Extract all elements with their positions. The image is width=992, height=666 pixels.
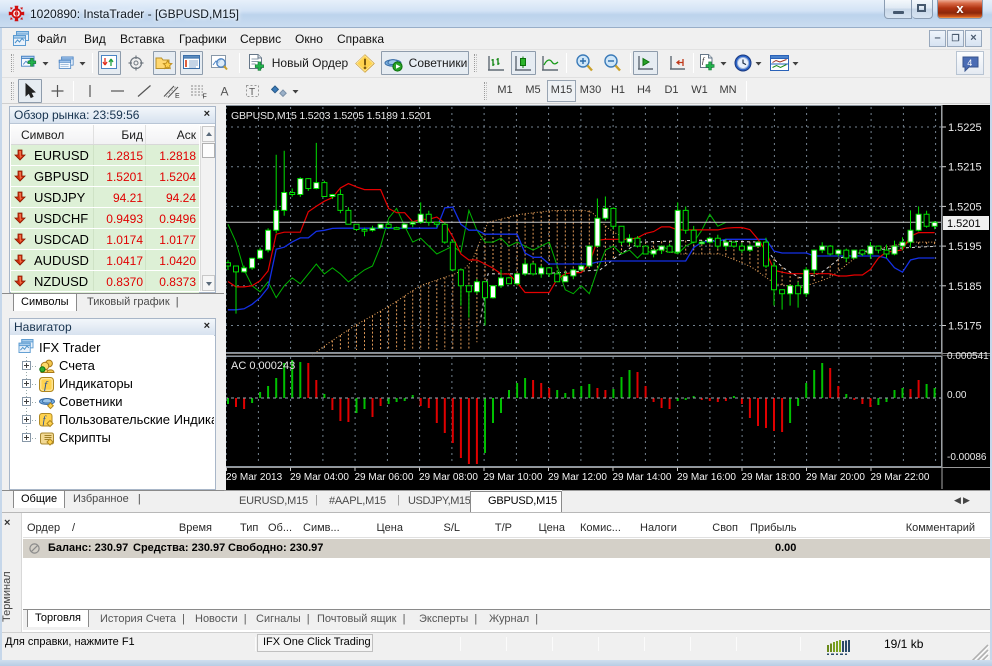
svg-text:29 Mar 14:00: 29 Mar 14:00: [613, 472, 672, 483]
svg-text:1.5201: 1.5201: [947, 218, 981, 230]
svg-text:29 Mar 04:00: 29 Mar 04:00: [290, 472, 349, 483]
svg-text:0.00: 0.00: [947, 390, 967, 401]
svg-text:1.5185: 1.5185: [948, 281, 982, 293]
svg-text:1.5215: 1.5215: [948, 162, 982, 174]
svg-text:0.000541: 0.000541: [947, 351, 989, 362]
svg-text:AC 0.000243: AC 0.000243: [231, 360, 295, 372]
svg-text:1.5225: 1.5225: [948, 122, 982, 134]
svg-text:29 Mar 10:00: 29 Mar 10:00: [484, 472, 543, 483]
svg-text:4: 4: [967, 58, 972, 68]
svg-text:E: E: [175, 93, 180, 99]
svg-text:T: T: [249, 87, 255, 98]
svg-text:F: F: [202, 94, 206, 100]
svg-text:29 Mar 18:00: 29 Mar 18:00: [742, 472, 801, 483]
svg-text:29 Mar 22:00: 29 Mar 22:00: [871, 472, 930, 483]
svg-text:29 Mar 12:00: 29 Mar 12:00: [548, 472, 607, 483]
svg-text:1.5205: 1.5205: [948, 201, 982, 213]
svg-text:1.5195: 1.5195: [948, 241, 982, 253]
svg-text:29 Mar 2013: 29 Mar 2013: [226, 472, 283, 483]
svg-text:A: A: [220, 85, 228, 99]
svg-text:29 Mar 20:00: 29 Mar 20:00: [806, 472, 865, 483]
svg-text:29 Mar 06:00: 29 Mar 06:00: [355, 472, 414, 483]
svg-text:29 Mar 16:00: 29 Mar 16:00: [677, 472, 736, 483]
svg-text:-0.00086: -0.00086: [947, 452, 987, 463]
svg-text:GBPUSD,M15 1.5203 1.5205 1.51: GBPUSD,M15 1.5203 1.5205 1.5189 1.5201: [231, 110, 432, 122]
svg-text:1.5175: 1.5175: [948, 321, 982, 333]
svg-text:29 Mar 08:00: 29 Mar 08:00: [419, 472, 478, 483]
